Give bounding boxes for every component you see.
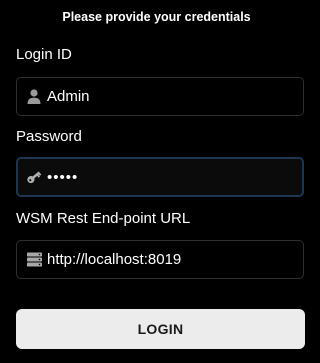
login-button[interactable]: LOGIN: [16, 309, 305, 349]
user-icon: [26, 89, 42, 105]
form-title: Please provide your credentials: [62, 10, 251, 24]
password-input[interactable]: [47, 159, 302, 195]
login-panel: Please provide your credentials Login ID…: [0, 0, 313, 363]
login-id-label: Login ID: [16, 46, 72, 63]
wsm-url-field-wrapper: [16, 240, 304, 279]
server-icon: [26, 252, 42, 268]
wsm-url-input[interactable]: [47, 241, 303, 278]
password-label: Password: [16, 128, 82, 145]
login-id-field-wrapper: [16, 77, 304, 116]
login-id-input[interactable]: [47, 78, 303, 115]
key-icon: [26, 169, 42, 185]
wsm-url-label: WSM Rest End-point URL: [16, 210, 191, 227]
password-field-wrapper: [16, 157, 304, 197]
